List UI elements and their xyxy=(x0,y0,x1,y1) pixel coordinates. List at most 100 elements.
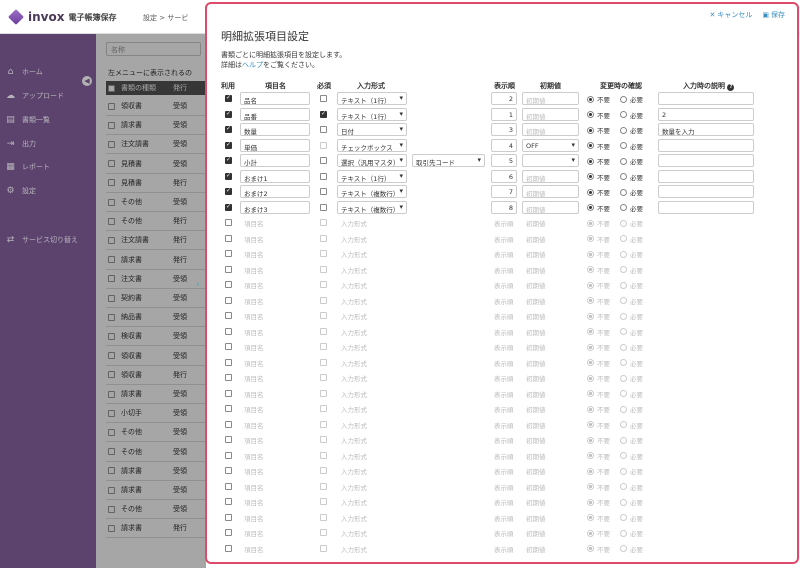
row-checkbox[interactable] xyxy=(108,352,115,360)
confirm-not-required-radio[interactable]: 不要 xyxy=(587,513,610,523)
confirm-required-radio[interactable]: 必要 xyxy=(620,234,643,244)
confirm-required-radio[interactable]: 必要 xyxy=(620,482,643,492)
confirm-not-required-radio[interactable]: 不要 xyxy=(587,94,610,104)
row-checkbox[interactable] xyxy=(108,409,115,417)
confirm-required-radio[interactable]: 必要 xyxy=(620,141,643,151)
use-checkbox[interactable] xyxy=(225,529,232,536)
display-order-input[interactable]: 2 xyxy=(491,92,517,105)
row-checkbox[interactable] xyxy=(108,179,115,187)
initial-value-input[interactable]: 初期値 xyxy=(522,169,579,183)
confirm-not-required-radio[interactable]: 不要 xyxy=(587,172,610,182)
table-row[interactable]: 領収書 受領 xyxy=(106,347,206,366)
confirm-not-required-radio[interactable]: 不要 xyxy=(587,311,610,321)
confirm-not-required-radio[interactable]: 不要 xyxy=(587,125,610,135)
use-checkbox[interactable] xyxy=(225,498,232,505)
display-order-input[interactable]: 3 xyxy=(491,123,517,136)
search-input[interactable]: 名称 xyxy=(106,42,201,56)
table-row[interactable]: その他 受領 xyxy=(106,443,206,462)
table-row[interactable]: 小切手 受領 xyxy=(106,404,206,424)
description-input[interactable] xyxy=(658,138,754,152)
use-checkbox[interactable] xyxy=(225,281,232,288)
row-checkbox[interactable] xyxy=(108,448,115,456)
use-checkbox[interactable] xyxy=(225,389,232,397)
confirm-required-radio[interactable]: 必要 xyxy=(620,125,643,135)
input-type-select[interactable]: テキスト（複数行） xyxy=(337,185,407,198)
confirm-required-radio[interactable]: 必要 xyxy=(620,451,643,461)
confirm-required-radio[interactable]: 必要 xyxy=(620,389,643,399)
table-row[interactable]: その他 受領 xyxy=(106,193,206,212)
table-row[interactable]: 検収書 受領 xyxy=(106,327,206,347)
row-checkbox[interactable] xyxy=(108,256,115,264)
initial-value-select[interactable] xyxy=(522,154,579,167)
required-checkbox[interactable] xyxy=(320,157,327,164)
input-type-select[interactable]: テキスト（1行） xyxy=(337,169,407,183)
row-checkbox[interactable] xyxy=(108,505,115,513)
table-row[interactable]: 請求書 受領 xyxy=(106,116,206,136)
table-row[interactable]: 見積書 発行 xyxy=(106,174,206,193)
row-checkbox[interactable] xyxy=(108,140,115,148)
required-checkbox[interactable] xyxy=(320,203,327,211)
cancel-button[interactable]: ✕ キャンセル xyxy=(710,10,753,20)
confirm-required-radio[interactable]: 必要 xyxy=(620,187,643,197)
field-name-input[interactable]: おまけ3 xyxy=(240,200,310,214)
confirm-not-required-radio[interactable]: 不要 xyxy=(587,296,610,306)
confirm-required-radio[interactable]: 必要 xyxy=(620,203,643,213)
select-all-checkbox[interactable] xyxy=(108,84,115,92)
confirm-required-radio[interactable]: 必要 xyxy=(620,435,643,445)
field-name-input[interactable]: おまけ2 xyxy=(240,185,310,198)
confirm-not-required-radio[interactable]: 不要 xyxy=(587,389,610,399)
confirm-not-required-radio[interactable]: 不要 xyxy=(587,497,610,507)
field-name-input[interactable]: 単価 xyxy=(240,138,310,152)
row-checkbox[interactable] xyxy=(108,160,115,168)
row-checkbox[interactable] xyxy=(108,236,115,244)
use-checkbox[interactable] xyxy=(225,343,232,350)
confirm-required-radio[interactable]: 必要 xyxy=(620,296,643,306)
field-name-input[interactable]: 品番 xyxy=(240,107,310,121)
field-name-input[interactable]: 品名 xyxy=(240,92,310,105)
confirm-required-radio[interactable]: 必要 xyxy=(620,249,643,259)
confirm-not-required-radio[interactable]: 不要 xyxy=(587,234,610,244)
use-checkbox[interactable] xyxy=(225,203,232,211)
input-type-select[interactable]: 選択（汎用マスタ） xyxy=(337,154,407,167)
table-row[interactable]: その他 受領 xyxy=(106,500,206,520)
display-order-input[interactable]: 5 xyxy=(491,154,517,167)
display-order-input[interactable]: 8 xyxy=(491,200,517,214)
description-input[interactable]: 2 xyxy=(658,107,754,121)
table-row[interactable]: 請求書 受領 xyxy=(106,385,206,404)
table-row[interactable]: その他 受領 xyxy=(106,423,206,443)
use-checkbox[interactable] xyxy=(225,327,232,335)
confirm-required-radio[interactable]: 必要 xyxy=(620,218,643,228)
confirm-not-required-radio[interactable]: 不要 xyxy=(587,218,610,228)
confirm-not-required-radio[interactable]: 不要 xyxy=(587,203,610,213)
display-order-input[interactable]: 1 xyxy=(491,107,517,121)
use-checkbox[interactable] xyxy=(225,141,232,149)
field-name-input[interactable]: 数量 xyxy=(240,123,310,136)
use-checkbox[interactable] xyxy=(225,544,232,552)
confirm-not-required-radio[interactable]: 不要 xyxy=(587,342,610,352)
use-checkbox[interactable] xyxy=(225,296,232,304)
save-button[interactable]: ▣ 保存 xyxy=(762,10,785,20)
required-checkbox[interactable] xyxy=(320,110,327,118)
confirm-not-required-radio[interactable]: 不要 xyxy=(587,265,610,275)
row-checkbox[interactable] xyxy=(108,121,115,129)
use-checkbox[interactable] xyxy=(225,187,232,195)
table-row[interactable]: 契約書 受領 xyxy=(106,289,206,308)
description-input[interactable] xyxy=(658,92,754,105)
row-checkbox[interactable] xyxy=(108,467,115,475)
confirm-required-radio[interactable]: 必要 xyxy=(620,528,643,538)
confirm-not-required-radio[interactable]: 不要 xyxy=(587,187,610,197)
use-checkbox[interactable] xyxy=(225,94,232,102)
confirm-not-required-radio[interactable]: 不要 xyxy=(587,544,610,554)
confirm-required-radio[interactable]: 必要 xyxy=(620,327,643,337)
table-row[interactable]: 注文書 受領 xyxy=(106,270,206,289)
description-input[interactable] xyxy=(658,154,754,167)
confirm-required-radio[interactable]: 必要 xyxy=(620,311,643,321)
confirm-not-required-radio[interactable]: 不要 xyxy=(587,482,610,492)
confirm-required-radio[interactable]: 必要 xyxy=(620,420,643,430)
confirm-required-radio[interactable]: 必要 xyxy=(620,172,643,182)
use-checkbox[interactable] xyxy=(225,312,232,319)
confirm-not-required-radio[interactable]: 不要 xyxy=(587,156,610,166)
description-input[interactable] xyxy=(658,169,754,183)
confirm-not-required-radio[interactable]: 不要 xyxy=(587,280,610,290)
confirm-required-radio[interactable]: 必要 xyxy=(620,265,643,275)
